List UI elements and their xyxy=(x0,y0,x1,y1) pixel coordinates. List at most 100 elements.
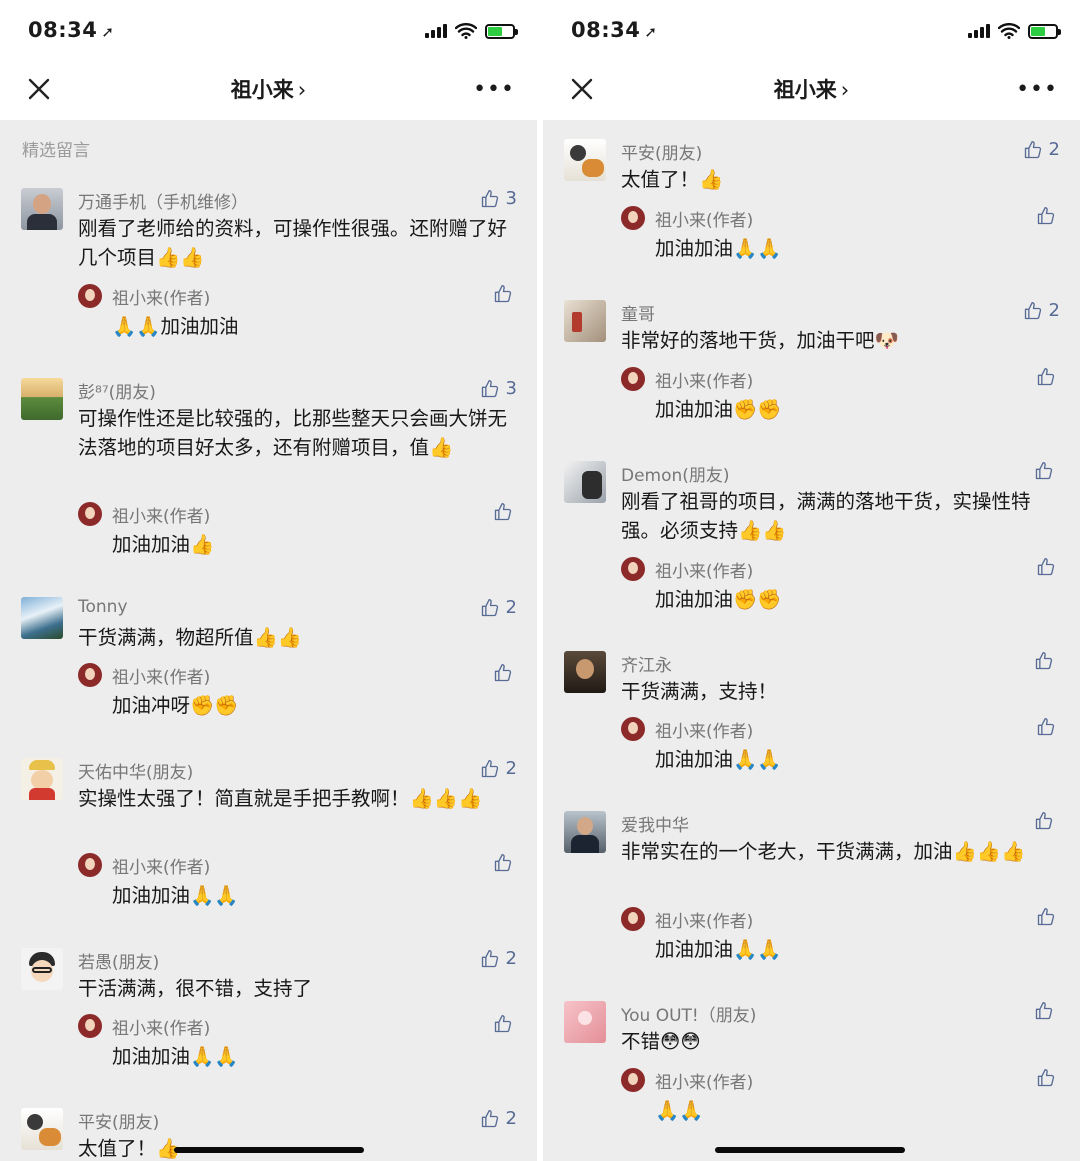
avatar[interactable] xyxy=(21,378,63,420)
like-button[interactable] xyxy=(1034,1001,1060,1021)
reply-like-button[interactable] xyxy=(493,663,513,687)
thumbs-up-icon xyxy=(480,1109,500,1129)
like-button[interactable]: 2 xyxy=(1023,139,1060,160)
avatar[interactable] xyxy=(564,1001,606,1043)
avatar[interactable] xyxy=(21,948,63,990)
reply-like-button[interactable] xyxy=(1036,1068,1056,1092)
reply-like-button[interactable] xyxy=(493,1014,513,1038)
thumbs-up-icon xyxy=(480,379,500,399)
reply-name: 祖小来(作者) xyxy=(112,507,211,527)
commenter-name: Tonny xyxy=(78,597,128,617)
reply-text: 加油加油🙏🙏 xyxy=(655,938,782,961)
reply-like-button[interactable] xyxy=(1036,907,1056,931)
like-count: 2 xyxy=(505,758,517,779)
reply-text: 加油加油✊✊ xyxy=(655,588,782,611)
like-button[interactable] xyxy=(1034,651,1060,671)
thumbs-up-icon xyxy=(480,189,500,209)
avatar[interactable] xyxy=(564,461,606,503)
location-arrow-icon: ➚ xyxy=(644,23,658,41)
home-indicator[interactable] xyxy=(174,1147,364,1153)
commenter-name: 平安(朋友) xyxy=(621,144,703,164)
avatar[interactable] xyxy=(621,557,645,581)
commenter-name: 齐江永 xyxy=(621,656,672,676)
home-indicator[interactable] xyxy=(715,1147,905,1153)
battery-icon xyxy=(1028,23,1061,39)
avatar[interactable] xyxy=(621,717,645,741)
comment-text: 干货满满，支持！ xyxy=(621,680,778,703)
avatar[interactable] xyxy=(621,1068,645,1092)
avatar[interactable] xyxy=(564,651,606,693)
avatar[interactable] xyxy=(564,300,606,342)
like-button[interactable]: 2 xyxy=(1023,300,1060,321)
reply-like-button[interactable] xyxy=(493,853,513,877)
commenter-name: 童哥 xyxy=(621,305,655,325)
avatar[interactable] xyxy=(78,502,102,526)
reply-like-button[interactable] xyxy=(1036,717,1056,741)
avatar[interactable] xyxy=(21,188,63,230)
thumbs-up-icon xyxy=(493,284,513,304)
avatar[interactable] xyxy=(564,139,606,181)
like-count: 2 xyxy=(505,597,517,618)
like-button[interactable]: 2 xyxy=(480,597,517,618)
like-button[interactable]: 3 xyxy=(480,378,517,399)
commenter-name: 平安(朋友) xyxy=(78,1113,160,1133)
avatar[interactable] xyxy=(621,907,645,931)
reply-name: 祖小来(作者) xyxy=(112,668,211,688)
thumbs-up-icon xyxy=(1036,717,1056,737)
reply-name: 祖小来(作者) xyxy=(655,372,754,392)
reply-text: 加油冲呀✊✊ xyxy=(112,694,239,717)
right-screen: 08:34 ➚ 祖小来 › ••• 平安(朋友) 2 太值了！👍 祖小来(作者) 加… xyxy=(543,0,1080,1161)
comment-text: 刚看了老师给的资料，可操作性很强。还附赠了好几个项目👍👍 xyxy=(78,217,508,269)
more-icon[interactable]: ••• xyxy=(473,79,515,101)
reply-name: 祖小来(作者) xyxy=(112,858,211,878)
avatar[interactable] xyxy=(564,811,606,853)
thumbs-up-icon xyxy=(1036,557,1056,577)
reply-text: 加油加油👍 xyxy=(112,533,215,556)
like-button[interactable]: 2 xyxy=(480,1108,517,1129)
avatar[interactable] xyxy=(78,284,102,308)
avatar[interactable] xyxy=(21,1108,63,1150)
chevron-right-icon: › xyxy=(297,78,307,102)
like-button[interactable] xyxy=(1034,461,1060,481)
like-button[interactable] xyxy=(1034,811,1060,831)
reply-like-button[interactable] xyxy=(1036,206,1056,230)
reply-text: 加油加油🙏🙏 xyxy=(112,1045,239,1068)
avatar[interactable] xyxy=(78,853,102,877)
avatar[interactable] xyxy=(78,663,102,687)
more-icon[interactable]: ••• xyxy=(1016,79,1058,101)
status-time: 08:34 ➚ xyxy=(571,18,658,42)
like-button[interactable]: 2 xyxy=(480,758,517,779)
avatar[interactable] xyxy=(78,1014,102,1038)
commenter-name: 爱我中华 xyxy=(621,816,689,836)
thumbs-up-icon xyxy=(1034,1001,1054,1021)
battery-icon xyxy=(485,23,518,39)
thumbs-up-icon xyxy=(480,598,500,618)
like-button[interactable]: 3 xyxy=(480,188,517,209)
comment-text: 可操作性还是比较强的，比那些整天只会画大饼无法落地的项目好太多，还有附赠项目，值… xyxy=(78,407,508,459)
thumbs-up-icon xyxy=(493,853,513,873)
reply-like-button[interactable] xyxy=(1036,367,1056,391)
like-button[interactable]: 2 xyxy=(480,948,517,969)
avatar[interactable] xyxy=(21,758,63,800)
nav-title[interactable]: 祖小来 › xyxy=(543,74,1080,104)
avatar[interactable] xyxy=(621,367,645,391)
reply-like-button[interactable] xyxy=(493,502,513,526)
section-label: 精选留言 xyxy=(22,141,90,161)
like-count: 3 xyxy=(505,188,517,209)
thumbs-up-icon xyxy=(480,949,500,969)
comment-text: 非常好的落地干货，加油干吧🐶 xyxy=(621,329,899,352)
avatar[interactable] xyxy=(621,206,645,230)
like-count: 2 xyxy=(505,948,517,969)
comment-text: 太值了！👍 xyxy=(621,168,724,191)
reply-text: 加油加油✊✊ xyxy=(655,398,782,421)
comment-text: 刚看了祖哥的项目，满满的落地干货，实操性特强。必须支持👍👍 xyxy=(621,490,1031,542)
avatar[interactable] xyxy=(21,597,63,639)
reply-like-button[interactable] xyxy=(1036,557,1056,581)
reply-text: 加油加油🙏🙏 xyxy=(655,237,782,260)
nav-title[interactable]: 祖小来 › xyxy=(0,74,537,104)
reply-name: 祖小来(作者) xyxy=(655,912,754,932)
reply-name: 祖小来(作者) xyxy=(112,289,211,309)
thumbs-up-icon xyxy=(493,1014,513,1034)
top-bar: 08:34 ➚ 祖小来 › ••• xyxy=(543,0,1080,120)
reply-like-button[interactable] xyxy=(493,284,513,308)
